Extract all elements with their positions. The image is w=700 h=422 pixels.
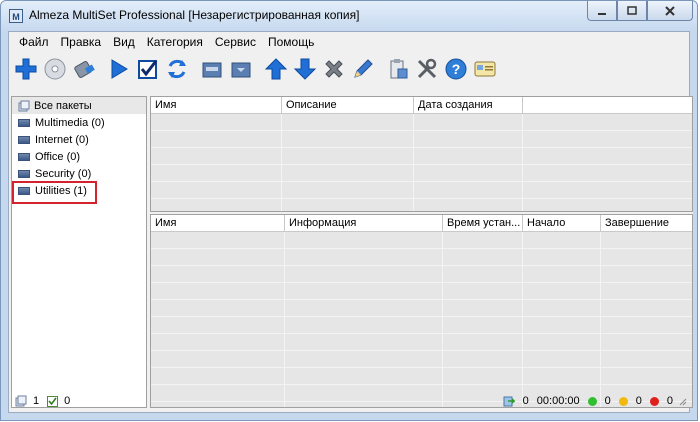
run-button[interactable] [106,56,132,82]
highlight-annotation [12,181,97,204]
export-button[interactable] [199,56,225,82]
card-button[interactable] [472,56,498,82]
run-status-icon [503,396,515,407]
usb-drive-button[interactable] [71,56,97,82]
green-status-icon [587,396,597,406]
folder-out-icon [202,62,222,78]
help-icon: ? [445,58,467,80]
red-status-icon [649,396,659,406]
refresh-icon [168,59,186,79]
window-title: Almeza MultiSet Professional [Незарегист… [29,8,360,22]
packages-table-body[interactable] [151,114,692,211]
menu-file[interactable]: Файл [13,32,55,52]
status-bar: 1 0 0 00:00:00 0 0 0 [9,390,689,412]
clipboard-button[interactable] [385,56,411,82]
tree-item-all-packages[interactable]: Все пакеты [12,97,146,114]
add-button[interactable] [13,56,39,82]
menu-help[interactable]: Помощь [262,32,320,52]
resize-grip-icon[interactable] [677,396,687,406]
packages-count: 1 [33,395,40,407]
folder-icon [18,152,30,161]
column-header-created-date[interactable]: Дата создания [414,97,523,114]
disc-button[interactable] [42,56,68,82]
tree-item-label: Все пакеты [34,99,92,112]
column-header-info[interactable]: Информация [285,215,443,232]
help-button[interactable]: ? [443,56,469,82]
usb-drive-icon [74,61,95,78]
folder-icon [18,118,30,127]
toolbar: ? [9,52,689,86]
column-header-install-time[interactable]: Время устан... [443,215,523,232]
packages-icon [15,395,27,407]
column-header-description[interactable]: Описание [282,97,414,114]
tree-item-label: Office (0) [35,150,81,163]
tree-item-label: Internet (0) [35,133,89,146]
move-up-icon [264,58,288,80]
menu-category[interactable]: Категория [141,32,209,52]
delete-icon [325,60,343,78]
column-header-end[interactable]: Завершение [601,215,692,232]
minimize-button[interactable] [587,1,617,21]
minimize-icon [598,12,606,15]
maximize-icon [627,5,637,15]
tree-item-security[interactable]: Security (0) [12,165,146,182]
client-area: Файл Правка Вид Категория Сервис Помощь [8,31,693,413]
checkbox-icon [138,60,158,79]
column-header-empty [523,97,692,114]
close-button[interactable] [647,1,693,21]
close-icon [665,5,675,16]
details-table: Имя Информация Время устан... Начало Зав… [150,214,693,408]
green-count: 0 [604,395,611,407]
yellow-count: 0 [635,395,642,407]
edit-pencil-icon [354,59,373,78]
menu-view[interactable]: Вид [107,32,141,52]
folder-icon [18,169,30,178]
tree-item-multimedia[interactable]: Multimedia (0) [12,114,146,131]
column-header-name[interactable]: Имя [151,97,282,114]
checkbox-icon [47,395,59,407]
window-controls [587,1,693,23]
refresh-button[interactable] [164,56,190,82]
title-bar[interactable]: M Almeza MultiSet Professional [Незареги… [1,1,697,31]
play-icon [111,59,128,79]
yellow-status-icon [618,396,628,406]
tree-item-label: Multimedia (0) [35,116,105,129]
checked-count: 0 [64,395,71,407]
card-icon [474,61,496,77]
check-button[interactable] [135,56,161,82]
tools-button[interactable] [414,56,440,82]
add-icon [15,58,37,80]
svg-text:?: ? [452,61,461,77]
column-header-start[interactable]: Начало [523,215,601,232]
elapsed-count: 0 [522,395,529,407]
folder-icon [18,135,30,144]
column-header-name[interactable]: Имя [151,215,285,232]
tree-item-label: Security (0) [35,167,92,180]
red-count: 0 [666,395,673,407]
app-icon: M [9,9,23,23]
menu-bar: Файл Правка Вид Категория Сервис Помощь [9,32,689,52]
packages-icon [18,100,30,111]
tools-icon [417,58,437,79]
tree-item-office[interactable]: Office (0) [12,148,146,165]
import-button[interactable] [228,56,254,82]
maximize-button[interactable] [617,1,647,21]
packages-table: Имя Описание Дата создания [150,96,693,212]
move-up-button[interactable] [263,56,289,82]
move-down-button[interactable] [292,56,318,82]
disc-icon [44,58,66,80]
folder-in-icon [231,62,251,78]
delete-button[interactable] [321,56,347,82]
tree-item-internet[interactable]: Internet (0) [12,131,146,148]
elapsed-time: 00:00:00 [536,395,580,407]
app-window: M Almeza MultiSet Professional [Незареги… [0,0,698,421]
edit-button[interactable] [350,56,376,82]
move-down-icon [293,58,317,80]
menu-edit[interactable]: Правка [55,32,108,52]
category-tree: Все пакеты Multimedia (0) Internet (0) O… [11,96,147,408]
details-table-body[interactable] [151,232,692,407]
menu-service[interactable]: Сервис [209,32,262,52]
clipboard-icon [390,59,408,79]
